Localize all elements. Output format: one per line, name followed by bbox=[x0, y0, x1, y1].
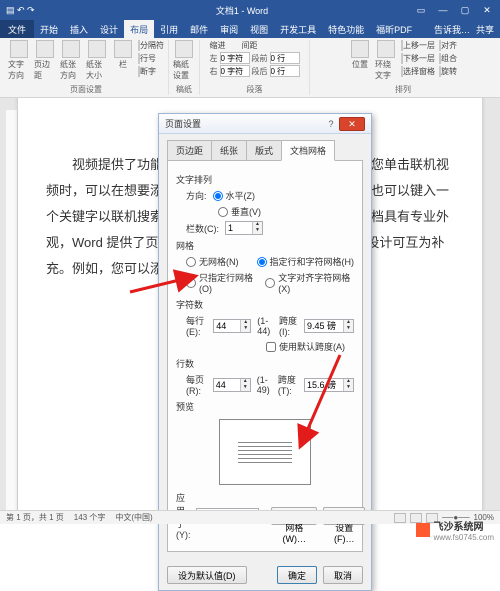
char-pitch-input[interactable]: ▲▼ bbox=[304, 319, 354, 333]
text-direction-button[interactable]: 文字方向 bbox=[8, 40, 30, 81]
tab-foxitpdf[interactable]: 福昕PDF bbox=[370, 20, 418, 38]
wrap-button[interactable]: 环绕文字 bbox=[375, 40, 397, 81]
breaks-button[interactable]: 分隔符 bbox=[138, 40, 164, 51]
group-arrange-label: 排列 bbox=[395, 84, 411, 95]
page-indicator[interactable]: 第 1 页，共 1 页 bbox=[6, 512, 64, 523]
spacing-after-input[interactable] bbox=[270, 65, 300, 77]
set-default-button[interactable]: 设为默认值(D) bbox=[167, 566, 247, 584]
watermark-url: www.fs0745.com bbox=[434, 533, 494, 542]
chars-label: 字符数 bbox=[176, 298, 354, 311]
preview-label: 预览 bbox=[176, 400, 354, 413]
dialog-help-icon[interactable]: ? bbox=[323, 119, 339, 129]
tab-design[interactable]: 设计 bbox=[94, 20, 124, 38]
watermark-brand: 飞沙系统网 bbox=[434, 518, 494, 533]
watermark: 飞沙系统网 www.fs0745.com bbox=[416, 518, 494, 542]
manuscript-button[interactable]: 稿纸设置 bbox=[173, 40, 195, 81]
dlg-tab-layout[interactable]: 版式 bbox=[246, 140, 282, 161]
close-icon[interactable]: ✕ bbox=[480, 5, 494, 16]
grid-label: 网格 bbox=[176, 239, 354, 252]
group-paragraph-label: 段落 bbox=[247, 84, 263, 95]
selection-pane-button[interactable]: 选择窗格 bbox=[401, 66, 435, 77]
lines-label: 行数 bbox=[176, 357, 354, 370]
align-button[interactable]: 对齐 bbox=[439, 40, 457, 51]
vertical-ruler[interactable] bbox=[6, 110, 18, 510]
lines-per-page-input[interactable]: ▲▼ bbox=[213, 378, 251, 392]
watermark-logo-icon bbox=[416, 523, 430, 537]
ribbon-tabs: 文件 开始 插入 设计 布局 引用 邮件 审阅 视图 开发工具 特色功能 福昕P… bbox=[0, 20, 500, 38]
tab-review[interactable]: 审阅 bbox=[214, 20, 244, 38]
text-arrange-label: 文字排列 bbox=[176, 173, 354, 186]
group-manuscript-label: 稿纸 bbox=[176, 84, 192, 95]
dlg-tab-margins[interactable]: 页边距 bbox=[167, 140, 212, 161]
no-grid-radio[interactable]: 无网格(N) bbox=[186, 255, 239, 268]
tab-devtools[interactable]: 开发工具 bbox=[274, 20, 322, 38]
columns-input[interactable]: ▲▼ bbox=[225, 221, 263, 235]
position-button[interactable]: 位置 bbox=[349, 40, 371, 70]
bring-forward-button[interactable]: 上移一层 bbox=[401, 40, 435, 51]
indent-left-input[interactable] bbox=[220, 52, 250, 64]
minimize-icon[interactable]: — bbox=[436, 5, 450, 16]
ribbon-body: 文字方向 页边距 纸张方向 纸张大小 栏 分隔符 行号 断字 页面设置 稿纸设置… bbox=[0, 38, 500, 98]
qat[interactable]: ▤ ↶ ↷ bbox=[0, 5, 70, 16]
use-default-pitch-checkbox[interactable]: 使用默认跨度(A) bbox=[266, 340, 345, 353]
word-count[interactable]: 143 个字 bbox=[74, 512, 106, 523]
tab-layout[interactable]: 布局 bbox=[124, 20, 154, 38]
view-read-icon[interactable] bbox=[394, 513, 406, 523]
tab-mailings[interactable]: 邮件 bbox=[184, 20, 214, 38]
line-pitch-input[interactable]: ▲▼ bbox=[304, 378, 354, 392]
columns-button[interactable]: 栏 bbox=[112, 40, 134, 70]
group-page-setup-label: 页面设置 bbox=[70, 84, 102, 95]
size-button[interactable]: 纸张大小 bbox=[86, 40, 108, 81]
line-grid-only-radio[interactable]: 只指定行网格(O) bbox=[186, 271, 259, 294]
maximize-icon[interactable]: ▢ bbox=[458, 5, 472, 16]
chars-per-line-input[interactable]: ▲▼ bbox=[213, 319, 251, 333]
rotate-button[interactable]: 旋转 bbox=[439, 66, 457, 77]
window-options-icon[interactable]: ▭ bbox=[414, 5, 428, 16]
specify-line-char-radio[interactable]: 指定行和字符网格(H) bbox=[257, 255, 355, 268]
share-button[interactable]: 共享 bbox=[476, 23, 494, 36]
tab-insert[interactable]: 插入 bbox=[64, 20, 94, 38]
preview-thumbnail bbox=[219, 419, 311, 485]
language-indicator[interactable]: 中文(中国) bbox=[115, 512, 152, 523]
tab-special[interactable]: 特色功能 bbox=[322, 20, 370, 38]
cancel-button[interactable]: 取消 bbox=[323, 566, 363, 584]
dialog-title: 页面设置 bbox=[165, 117, 323, 130]
align-char-radio[interactable]: 文字对齐字符网格(X) bbox=[265, 271, 354, 294]
dlg-tab-docgrid[interactable]: 文档网格 bbox=[281, 140, 335, 161]
spacing-before-input[interactable] bbox=[270, 52, 300, 64]
tab-references[interactable]: 引用 bbox=[154, 20, 184, 38]
orientation-button[interactable]: 纸张方向 bbox=[60, 40, 82, 81]
tab-view[interactable]: 视图 bbox=[244, 20, 274, 38]
send-backward-button[interactable]: 下移一层 bbox=[401, 53, 435, 64]
dialog-close-icon[interactable]: ✕ bbox=[339, 117, 365, 131]
group-button[interactable]: 组合 bbox=[439, 53, 457, 64]
line-numbers-button[interactable]: 行号 bbox=[138, 53, 164, 64]
margins-button[interactable]: 页边距 bbox=[34, 40, 56, 81]
direction-horizontal-radio[interactable]: 水平(Z) bbox=[213, 189, 256, 202]
tab-home[interactable]: 开始 bbox=[34, 20, 64, 38]
document-title: 文档1 - Word bbox=[70, 4, 414, 17]
direction-vertical-radio[interactable]: 垂直(V) bbox=[218, 205, 261, 218]
tell-me[interactable]: 告诉我… bbox=[434, 23, 470, 36]
indent-right-input[interactable] bbox=[220, 65, 250, 77]
file-tab[interactable]: 文件 bbox=[0, 20, 34, 38]
dlg-tab-paper[interactable]: 纸张 bbox=[211, 140, 247, 161]
hyphenation-button[interactable]: 断字 bbox=[138, 66, 164, 77]
ok-button[interactable]: 确定 bbox=[277, 566, 317, 584]
